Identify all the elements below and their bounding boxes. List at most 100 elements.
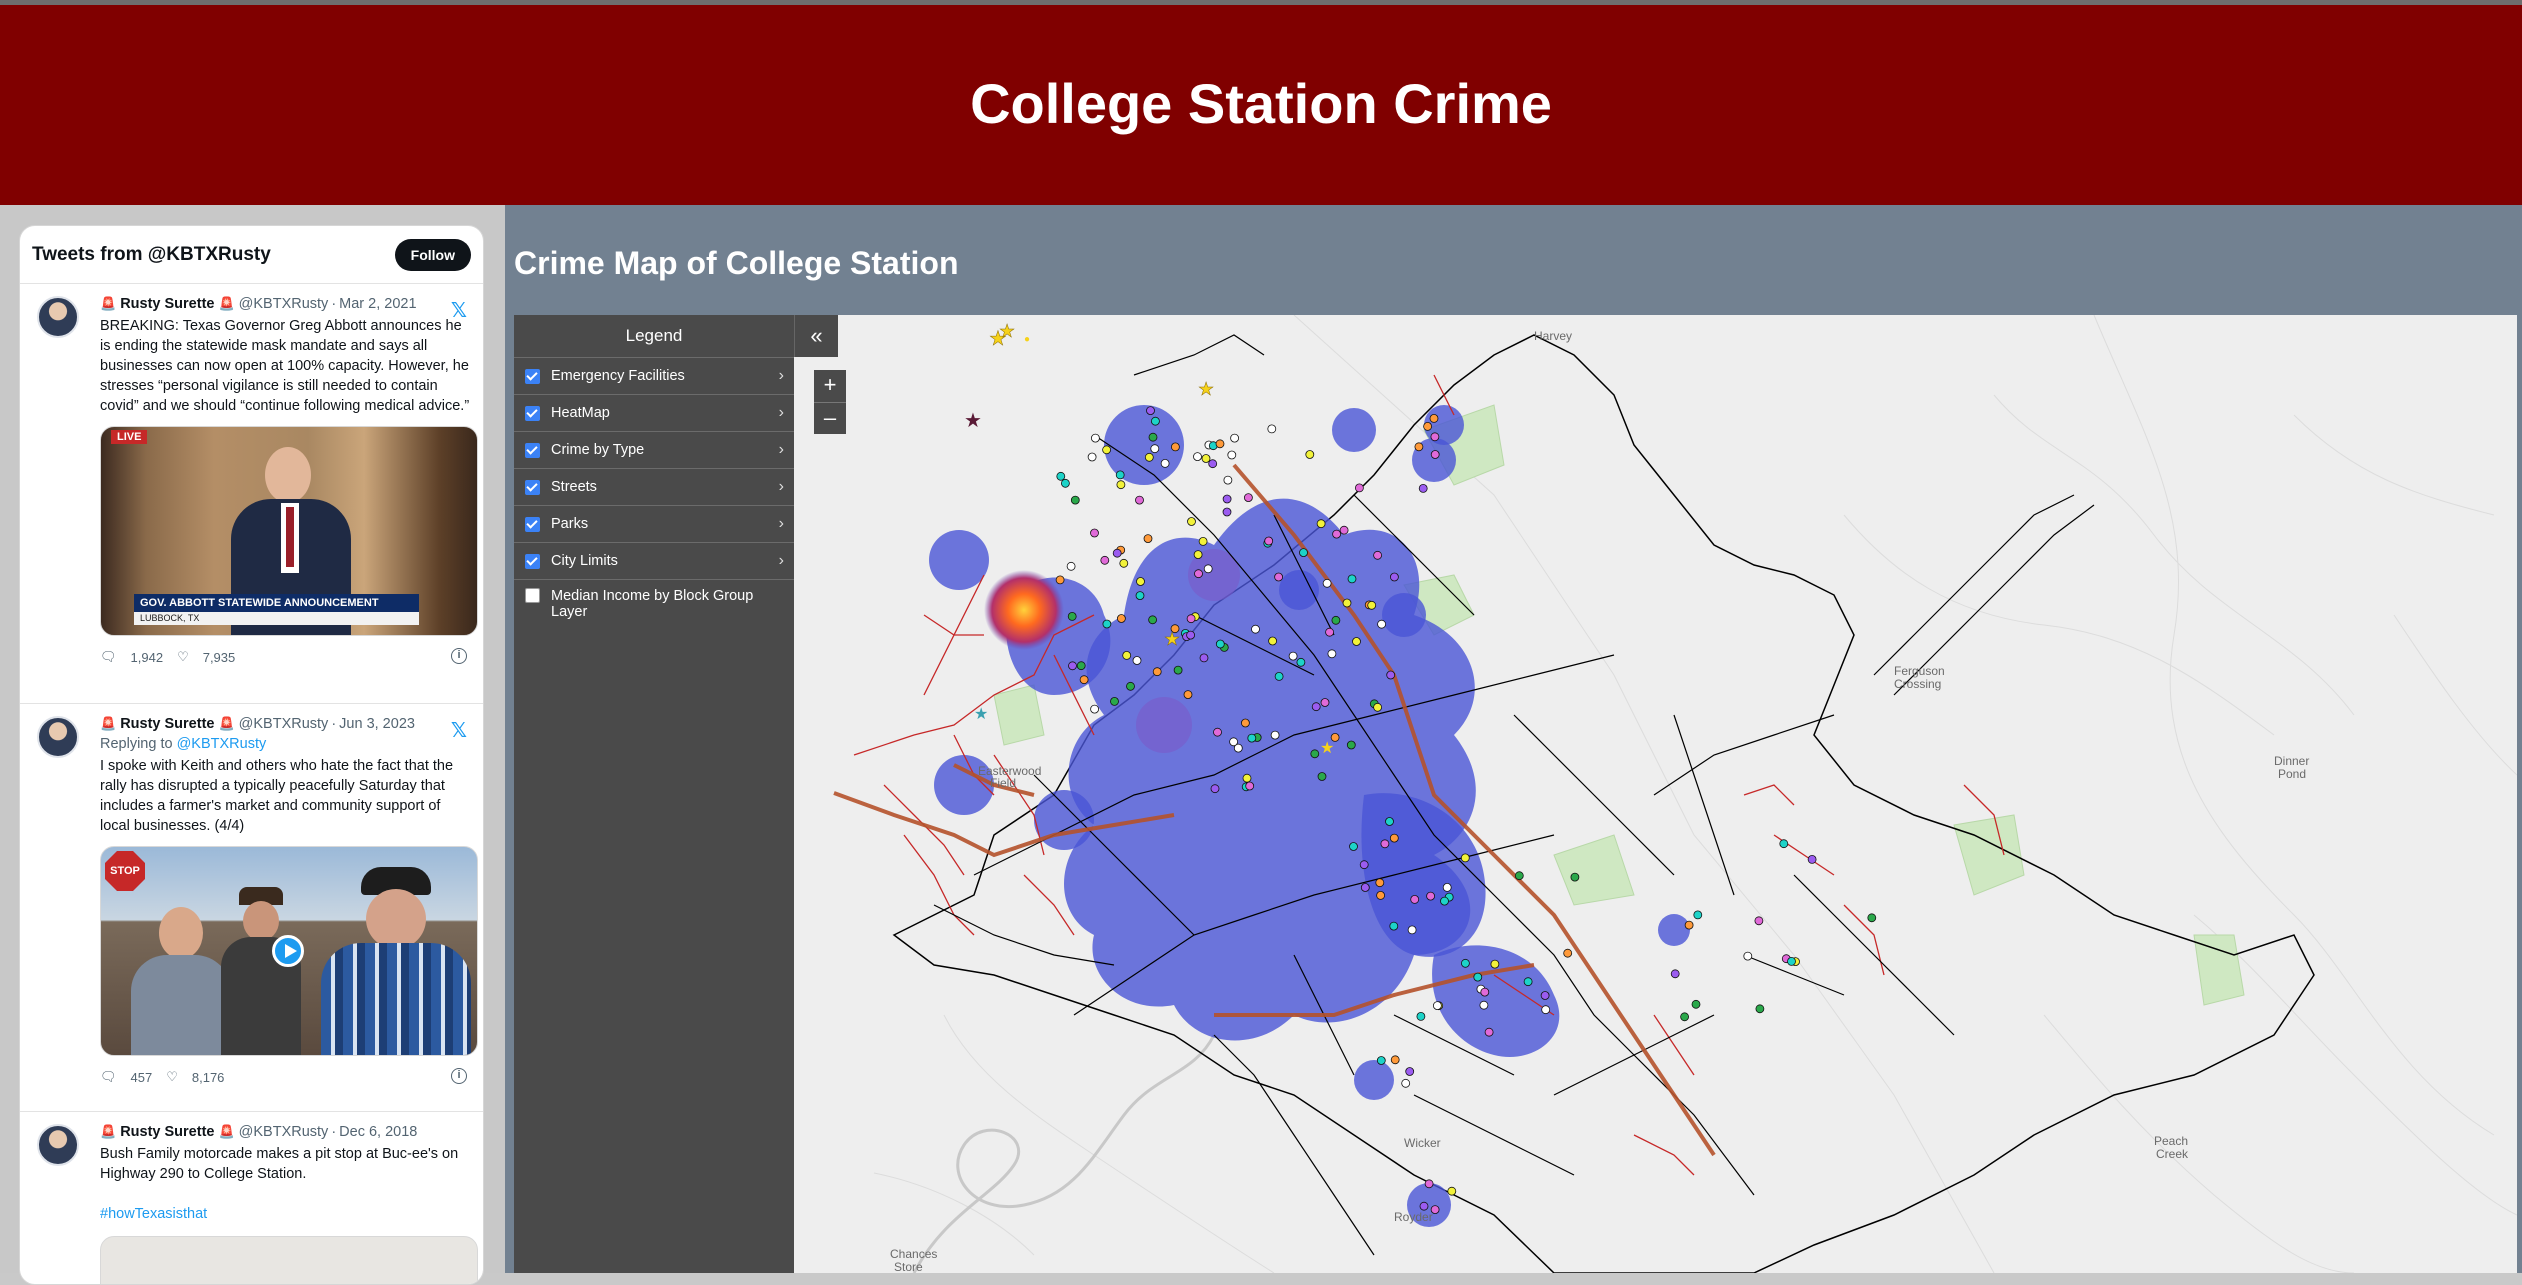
- crime-point: [1070, 495, 1080, 505]
- tweet-date[interactable]: Dec 6, 2018: [339, 1122, 417, 1142]
- map-label: Chances: [890, 1247, 937, 1261]
- crime-point: [1090, 528, 1099, 538]
- crime-point: [1401, 1078, 1411, 1088]
- map-canvas[interactable]: ★ ★ ● ★ ★ ★ ★ ★ Harvey Ferguson Crossing…: [794, 315, 2517, 1273]
- chevron-right-icon[interactable]: ›: [779, 367, 784, 385]
- crime-point: [1332, 529, 1341, 539]
- legend-item-parks[interactable]: Parks ›: [514, 505, 794, 542]
- siren-icon: 🚨: [100, 716, 117, 731]
- heart-icon[interactable]: ♡: [177, 649, 189, 665]
- legend-item-label: City Limits: [551, 553, 618, 569]
- crime-point: [1352, 637, 1361, 646]
- crime-map[interactable]: Legend Emergency Facilities › HeatMap › …: [514, 315, 2517, 1273]
- avatar[interactable]: [37, 1124, 79, 1166]
- crime-point: [1056, 471, 1066, 481]
- tweet-media-video[interactable]: STOP: [100, 846, 478, 1056]
- crime-point: [1349, 842, 1358, 851]
- legend-title: Legend: [625, 326, 683, 345]
- crime-point: [1199, 653, 1209, 663]
- crime-point: [1523, 977, 1533, 987]
- siren-icon: 🚨: [100, 1124, 117, 1139]
- legend-item-emergency-facilities[interactable]: Emergency Facilities ›: [514, 357, 794, 394]
- info-icon[interactable]: i: [451, 648, 467, 664]
- map-title: Crime Map of College Station: [514, 245, 959, 281]
- checkbox[interactable]: [525, 442, 540, 458]
- crime-point: [1373, 702, 1382, 712]
- map-label: Harvey: [1534, 329, 1572, 343]
- crime-point: [1360, 883, 1370, 892]
- zoom-in-button[interactable]: +: [814, 370, 846, 402]
- x-logo-icon[interactable]: 𝕏: [451, 718, 467, 742]
- crime-point: [1414, 442, 1424, 452]
- legend-item-median-income[interactable]: Median Income by Block Group Layer: [514, 579, 794, 635]
- crime-point: [1270, 730, 1280, 740]
- follow-button[interactable]: Follow: [394, 238, 471, 271]
- crime-point: [1132, 656, 1142, 665]
- tweet-date[interactable]: Jun 3, 2023: [339, 714, 415, 734]
- crime-point: [1194, 569, 1203, 579]
- author-name[interactable]: Rusty Surette: [120, 294, 214, 314]
- legend-item-crime-by-type[interactable]: Crime by Type ›: [514, 431, 794, 468]
- chevron-right-icon[interactable]: ›: [779, 404, 784, 422]
- avatar[interactable]: [37, 716, 79, 758]
- checkbox[interactable]: [525, 588, 540, 603]
- tweet-text: BREAKING: Texas Governor Greg Abbott ann…: [100, 318, 470, 414]
- crime-point: [1198, 536, 1208, 546]
- checkbox[interactable]: [525, 553, 540, 569]
- crime-point: [1229, 737, 1239, 747]
- crime-point: [1541, 1005, 1551, 1015]
- twitter-timeline[interactable]: Tweets from @KBTXRusty Follow 𝕏 🚨 Rusty …: [19, 225, 484, 1285]
- reply-icon[interactable]: 🗨: [100, 1069, 117, 1085]
- news-banner: GOV. ABBOTT STATEWIDE ANNOUNCEMENT: [134, 594, 419, 612]
- crime-point: [1148, 432, 1158, 442]
- tweet[interactable]: 🚨 Rusty Surette 🚨 @KBTXRusty · Dec 6, 20…: [20, 1112, 483, 1284]
- reply-context: Replying to @KBTXRusty: [100, 734, 471, 754]
- tweet-meta: 🚨 Rusty Surette 🚨 @KBTXRusty · Dec 6, 20…: [100, 1122, 471, 1142]
- x-logo-icon[interactable]: 𝕏: [451, 298, 467, 322]
- chevron-right-icon[interactable]: ›: [779, 515, 784, 533]
- tweet[interactable]: 𝕏 🚨 Rusty Surette 🚨 @KBTXRusty · Jun 3, …: [20, 704, 483, 1112]
- crime-point: [1110, 696, 1119, 706]
- tweet[interactable]: 𝕏 🚨 Rusty Surette 🚨 @KBTXRusty · Mar 2, …: [20, 284, 483, 704]
- crime-point: [1068, 661, 1077, 671]
- heart-icon[interactable]: ♡: [166, 1069, 178, 1085]
- crime-point: [1251, 624, 1260, 634]
- author-handle[interactable]: @KBTXRusty: [239, 714, 329, 734]
- author-handle[interactable]: @KBTXRusty: [239, 294, 329, 314]
- checkbox[interactable]: [525, 368, 540, 384]
- tweet-media-image[interactable]: [100, 1236, 478, 1284]
- author-name[interactable]: Rusty Surette: [120, 1122, 214, 1142]
- hashtag-link[interactable]: #howTexasisthat: [100, 1204, 471, 1224]
- crime-point: [1480, 987, 1490, 997]
- tweet-media-image[interactable]: LIVE GOV. ABBOTT STATEWIDE ANNOUNCEMENT …: [100, 426, 478, 636]
- checkbox[interactable]: [525, 479, 540, 495]
- author-handle[interactable]: @KBTXRusty: [239, 1122, 329, 1142]
- person-right: [321, 867, 471, 1055]
- crime-point: [1330, 732, 1340, 742]
- chevron-right-icon[interactable]: ›: [779, 441, 784, 459]
- tweet-date[interactable]: Mar 2, 2021: [339, 294, 416, 314]
- avatar[interactable]: [37, 296, 79, 338]
- legend-item-label: Median Income by Block Group Layer: [551, 588, 754, 620]
- crime-point: [1331, 615, 1341, 625]
- reply-to-handle[interactable]: @KBTXRusty: [177, 736, 267, 752]
- legend-item-heatmap[interactable]: HeatMap ›: [514, 394, 794, 431]
- checkbox[interactable]: [525, 405, 540, 421]
- info-icon[interactable]: i: [451, 1068, 467, 1084]
- checkbox[interactable]: [525, 516, 540, 532]
- crime-point: [1389, 921, 1399, 931]
- reply-icon[interactable]: 🗨: [100, 649, 117, 665]
- chevron-right-icon[interactable]: ›: [779, 478, 784, 496]
- legend-item-streets[interactable]: Streets ›: [514, 468, 794, 505]
- legend-item-city-limits[interactable]: City Limits ›: [514, 542, 794, 579]
- crime-point: [1376, 1056, 1386, 1065]
- crime-point: [1410, 895, 1420, 904]
- chevron-right-icon[interactable]: ›: [779, 552, 784, 570]
- author-name[interactable]: Rusty Surette: [120, 714, 214, 734]
- play-icon[interactable]: [272, 935, 304, 967]
- crime-point: [1268, 636, 1278, 646]
- crime-point: [1346, 740, 1356, 750]
- crime-point: [1100, 555, 1110, 565]
- crime-point: [1135, 495, 1144, 505]
- zoom-out-button[interactable]: –: [814, 402, 846, 434]
